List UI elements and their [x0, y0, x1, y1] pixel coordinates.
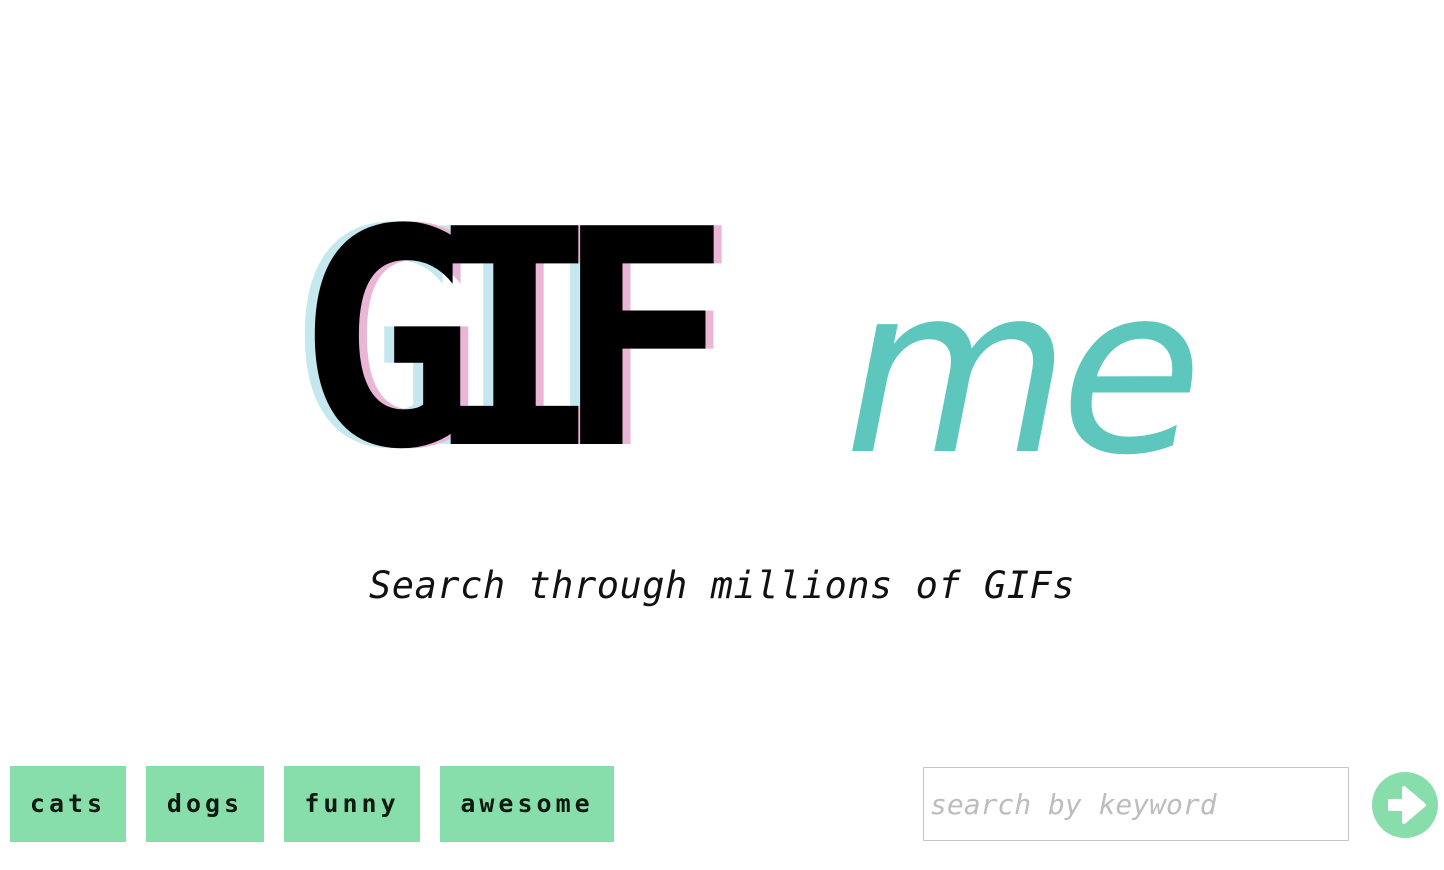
tag-button-cats[interactable]: cats	[10, 766, 126, 842]
tag-button-dogs[interactable]: dogs	[146, 766, 264, 842]
app-logo: GIF GIF GIF me	[288, 166, 1203, 515]
tag-button-funny[interactable]: funny	[284, 766, 420, 842]
logo-gif-text: GIF	[298, 166, 731, 515]
tag-button-awesome[interactable]: awesome	[440, 766, 614, 842]
tagline: Search through millions of GIFs	[368, 564, 1076, 607]
search-submit-button[interactable]	[1372, 772, 1438, 838]
logo-me-text: me	[844, 236, 1203, 506]
search-input[interactable]	[923, 767, 1349, 841]
arrow-right-icon	[1388, 786, 1426, 824]
